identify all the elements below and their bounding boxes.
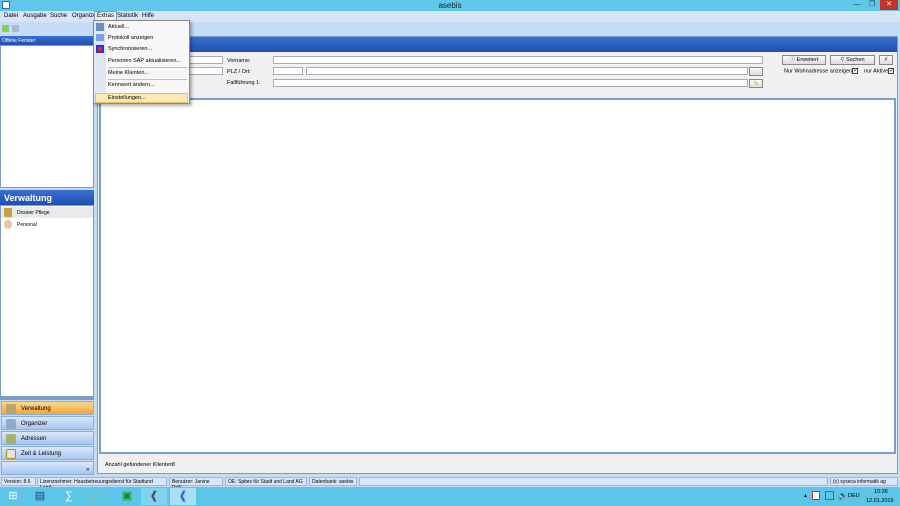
tray-flag-icon[interactable] — [812, 491, 820, 500]
window-icon[interactable] — [12, 25, 19, 32]
organizer-icon — [6, 419, 16, 429]
status-lizenz: Lizenznehmer: Hausbetreuungsdienst für S… — [37, 477, 167, 491]
refresh-icon — [96, 23, 104, 31]
maximize-button[interactable]: ❐ — [865, 0, 879, 10]
results-list[interactable] — [99, 98, 896, 454]
menu-separator — [108, 67, 187, 68]
nur-wohnadresse-checkbox[interactable]: Nur Wohnadresse anzeigen✓ — [784, 68, 858, 74]
new-icon[interactable] — [2, 25, 9, 32]
menu-item-meine-klienten[interactable]: Meine Klienten... — [108, 70, 149, 76]
title-bar: asebis — ❐ ✕ — [0, 0, 900, 11]
status-datenbank: Datenbank: asebis — [309, 477, 357, 486]
plz-ort-label: PLZ / Ort: — [227, 69, 251, 75]
status-copyright: (c) syseca informatik ag — [830, 477, 898, 486]
status-bar: Version: 8.6 Lizenznehmer: Hausbetreuung… — [0, 476, 900, 491]
fallfuehrung-input[interactable] — [273, 79, 748, 87]
klienten-wahl-panel: Klienten Wahl Vorname: PLZ / Ort: Fallfü… — [97, 36, 898, 474]
vorname-label: Vorname: — [227, 58, 251, 64]
sync-icon — [96, 45, 104, 53]
menu-suche[interactable]: Suche — [50, 13, 67, 19]
clear-icon: ✗ — [883, 57, 889, 63]
nav-verwaltung[interactable]: Verwaltung — [1, 401, 94, 415]
list-item-dossier-pflege[interactable]: Dossier Pflege — [1, 207, 93, 218]
status-benutzer: Benutzer: Janine Pelli — [169, 477, 223, 491]
vorname-input[interactable] — [273, 56, 763, 64]
explorer-icon[interactable]: 🗀 — [84, 488, 110, 505]
menu-item-aktuell[interactable]: Aktuell... — [108, 24, 129, 30]
window-title: asebis — [438, 1, 462, 10]
person-icon — [4, 220, 12, 229]
erweitert-button[interactable]: ⓘ Erweitert — [782, 55, 826, 65]
app-icon-1[interactable]: ❰ — [141, 488, 167, 505]
suchen-button[interactable]: ⚲ Suchen — [830, 55, 875, 65]
verwaltung-icon — [6, 404, 16, 414]
tray-network-icon[interactable] — [825, 491, 834, 500]
fallfuehrung-label: Fallführung 1: — [227, 80, 261, 86]
pencil-icon: ✎ — [753, 81, 759, 87]
panel-title: Klienten Wahl — [98, 37, 897, 52]
open-windows-header: Offene Fenster — [0, 36, 94, 45]
store-icon[interactable]: ▣ — [114, 488, 140, 505]
menu-ausgabe[interactable]: Ausgabe — [23, 13, 47, 19]
menu-item-kennwort[interactable]: Kennwort ändern... — [108, 82, 154, 88]
start-button[interactable]: ⊞ — [0, 488, 26, 505]
log-icon — [96, 34, 104, 41]
tray-expand-icon[interactable]: ▲ — [803, 493, 808, 499]
menu-separator — [108, 79, 187, 80]
ort-input[interactable] — [306, 67, 748, 75]
close-button[interactable]: ✕ — [880, 0, 898, 10]
menu-hilfe[interactable]: Hilfe — [142, 13, 154, 19]
status-version: Version: 8.6 — [1, 477, 36, 486]
tray-volume-icon[interactable]: 🔈 — [838, 491, 848, 500]
nav-organizer[interactable]: Organizer — [1, 416, 94, 430]
app-icon-asebis[interactable]: ❰ — [170, 488, 196, 505]
tray-time[interactable]: 10:36 — [874, 489, 888, 495]
list-item-personal[interactable]: Personal — [1, 219, 93, 230]
server-manager-icon[interactable]: ▤ — [27, 488, 53, 505]
count-value: 0 — [172, 462, 176, 468]
taskbar: ⊞ ▤ ∑ 🗀 ▣ ❰ ❰ ▲ 🔈 DEU 10:36 12.01.2016 — [0, 487, 900, 506]
folder-icon — [4, 208, 12, 217]
status-oe: OE: Spitex für Stadt und Land AG — [225, 477, 307, 486]
splitter[interactable] — [0, 397, 94, 400]
powershell-icon[interactable]: ∑ — [56, 488, 82, 505]
clock-icon — [6, 449, 16, 459]
left-panel: Offene Fenster Verwaltung Dossier Pflege… — [0, 35, 95, 475]
nav-adressen[interactable]: Adressen — [1, 431, 94, 445]
count-label: Anzahl gefundener Klienten: — [105, 462, 175, 468]
tray-date[interactable]: 12.01.2016 — [866, 498, 894, 504]
section-title: Verwaltung — [0, 190, 94, 205]
menu-item-synchronisieren[interactable]: Synchronisieren... — [108, 46, 152, 52]
menu-item-personen-sap[interactable]: Personen SAP aktualisieren... — [108, 58, 181, 64]
nur-aktive-checkbox[interactable]: nur Aktive✓ — [864, 68, 894, 74]
plz-input[interactable] — [273, 67, 303, 75]
minimize-button[interactable]: — — [850, 0, 864, 10]
clear-button[interactable]: ✗ — [879, 55, 893, 65]
menu-statistik[interactable]: Statistik — [117, 13, 138, 19]
section-list: Dossier Pflege Personal — [0, 205, 94, 397]
menu-datei[interactable]: Datei — [4, 13, 18, 19]
info-icon: ⓘ — [789, 57, 797, 63]
checkbox-icon: ✓ — [852, 68, 859, 74]
nav-more-button[interactable]: » — [1, 461, 94, 475]
menu-item-einstellungen[interactable]: Einstellungen... — [108, 95, 146, 101]
extras-dropdown: Aktuell... Protokoll anzeigen Synchronis… — [93, 20, 190, 104]
menu-item-protokoll[interactable]: Protokoll anzeigen — [108, 35, 153, 41]
nav-zeit-leistung[interactable]: Zeit & Leistung — [1, 446, 94, 460]
open-windows-list — [0, 45, 94, 188]
tray-language[interactable]: DEU — [848, 493, 860, 499]
fallfuehrung-edit-button[interactable]: ✎ — [749, 79, 763, 88]
checkbox-icon: ✓ — [888, 68, 895, 74]
ort-lookup-button[interactable] — [749, 67, 763, 76]
address-book-icon — [6, 434, 16, 444]
